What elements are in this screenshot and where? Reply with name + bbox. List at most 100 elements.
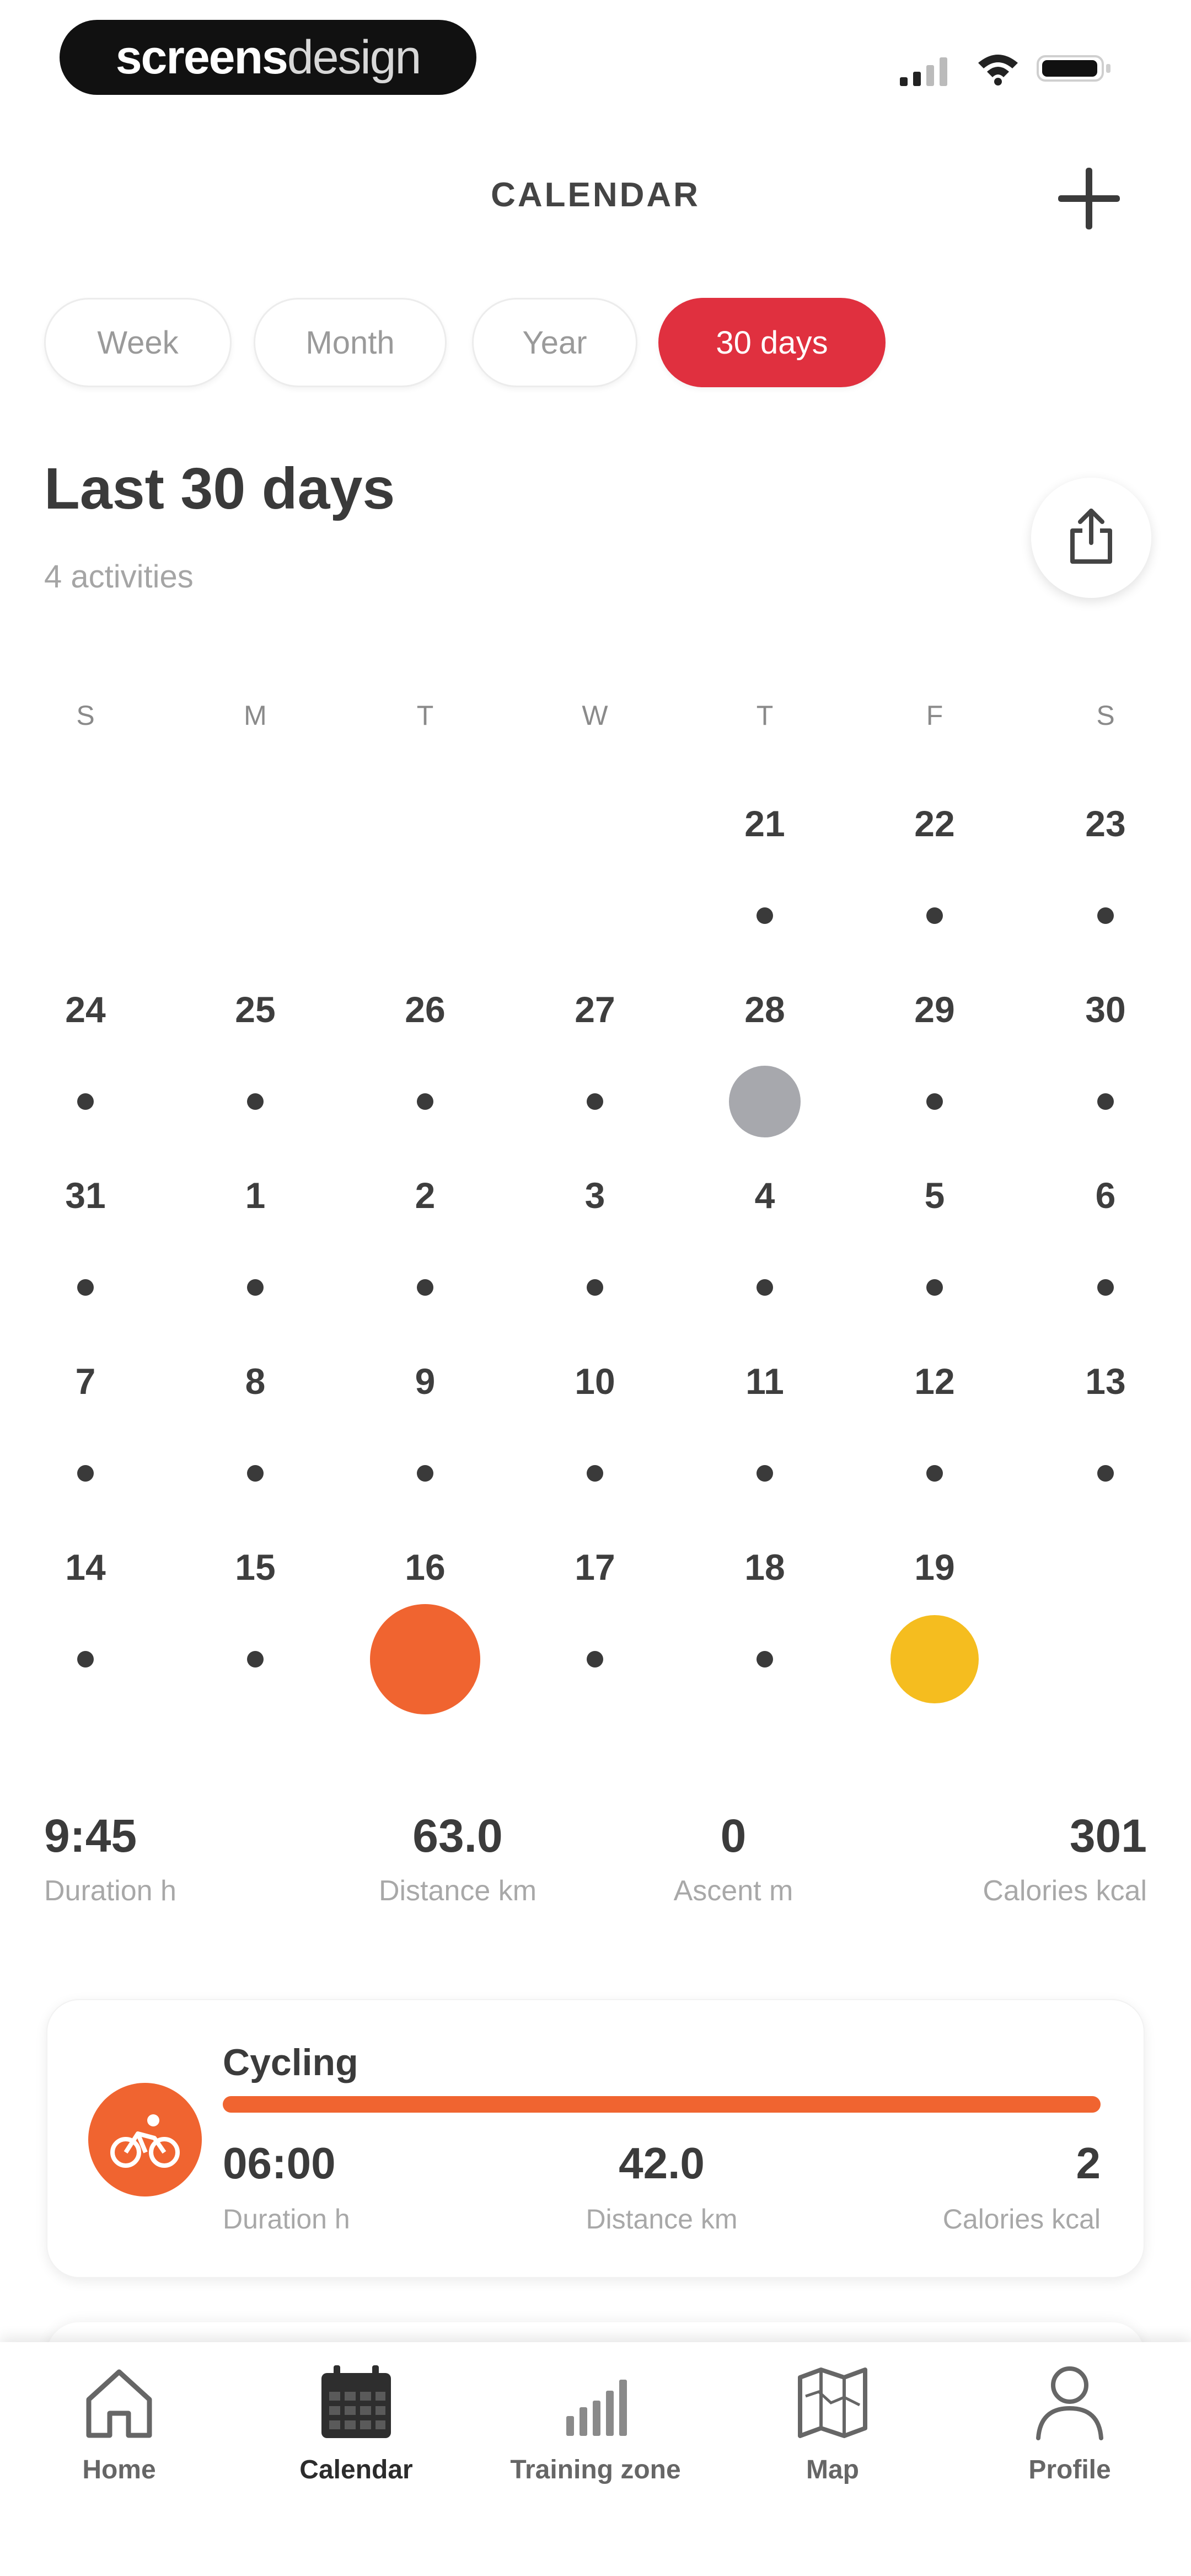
day-dot	[247, 1093, 264, 1110]
day-dot	[417, 1093, 433, 1110]
activity-duration-value: 06:00	[223, 2139, 336, 2188]
calendar-day[interactable]: 21	[721, 803, 809, 968]
day-dot	[77, 1279, 94, 1296]
calendar-day-number: 29	[914, 989, 955, 1030]
nav-home-label: Home	[82, 2455, 156, 2484]
calendar-day[interactable]: 25	[211, 988, 299, 1154]
calendar-day[interactable]: 17	[551, 1546, 639, 1712]
calendar-day[interactable]: 31	[41, 1174, 130, 1340]
stat-distance-label: Distance km	[378, 1875, 537, 1907]
calendar-day-number: 16	[405, 1547, 446, 1588]
calendar-day-number: 27	[575, 989, 615, 1030]
calendar-day[interactable]: 5	[890, 1174, 979, 1340]
nav-training-zone-label: Training zone	[510, 2455, 681, 2484]
calendar-day[interactable]: 28	[721, 988, 809, 1154]
calendar-day[interactable]: 9	[381, 1360, 469, 1526]
calendar-day[interactable]: 22	[890, 803, 979, 968]
calendar-day-number: 18	[744, 1547, 785, 1588]
calendar-day[interactable]: 8	[211, 1360, 299, 1526]
calendar-day-number: 6	[1095, 1175, 1116, 1216]
activity-calories-label: Calories kcal	[942, 2204, 1101, 2235]
calendar-day[interactable]: 27	[551, 988, 639, 1154]
share-button[interactable]	[1031, 478, 1151, 598]
calendar-day-number: 19	[914, 1547, 955, 1588]
nav-map[interactable]: Map	[717, 2355, 948, 2521]
activity-marker	[370, 1604, 480, 1714]
calendar-day[interactable]: 14	[41, 1546, 130, 1712]
tab-30-days[interactable]: 30 days	[658, 298, 886, 387]
weekday-label: W	[582, 700, 608, 731]
calendar-day-number: 28	[744, 989, 785, 1030]
stat-duration-label: Duration h	[44, 1875, 176, 1907]
nav-calendar-label: Calendar	[299, 2455, 413, 2484]
calendar-day[interactable]: 13	[1061, 1360, 1150, 1526]
calendar-day[interactable]: 19	[890, 1546, 979, 1712]
nav-profile[interactable]: Profile	[954, 2355, 1185, 2521]
calendar-day[interactable]: 12	[890, 1360, 979, 1526]
calendar-day[interactable]: 6	[1061, 1174, 1150, 1340]
calendar-day-number: 23	[1085, 803, 1126, 844]
day-dot	[1097, 1465, 1114, 1482]
calendar-day-number: 4	[754, 1175, 775, 1216]
calendar-day[interactable]: 15	[211, 1546, 299, 1712]
stat-calories-value: 301	[1069, 1810, 1147, 1862]
nav-profile-label: Profile	[1028, 2455, 1111, 2484]
map-icon	[798, 2367, 867, 2438]
calendar-day-number: 30	[1085, 989, 1126, 1030]
day-dot	[247, 1279, 264, 1296]
weekday-label: M	[244, 700, 267, 731]
day-dot	[757, 1651, 773, 1668]
activity-name: Cycling	[223, 2041, 358, 2083]
weekday-label: S	[1096, 700, 1115, 731]
nav-training-zone[interactable]: Training zone	[480, 2355, 711, 2521]
profile-icon	[1036, 2366, 1103, 2440]
activity-calories-value: 2	[1076, 2139, 1101, 2188]
calendar-day-number: 15	[235, 1547, 276, 1588]
calendar-day[interactable]: 7	[41, 1360, 130, 1526]
calendar-day-number: 5	[924, 1175, 945, 1216]
nav-calendar[interactable]: Calendar	[240, 2355, 472, 2521]
calendar-day[interactable]: 24	[41, 988, 130, 1154]
battery-icon	[1037, 55, 1110, 82]
calendar-day[interactable]: 1	[211, 1174, 299, 1340]
wifi-icon	[978, 55, 1018, 85]
add-activity-button[interactable]	[1050, 160, 1128, 237]
calendar-day[interactable]: 26	[381, 988, 469, 1154]
calendar-day[interactable]: 16	[370, 1546, 480, 1714]
calendar-day-number: 24	[65, 989, 106, 1030]
stat-calories-label: Calories kcal	[983, 1875, 1147, 1907]
day-dot	[926, 1279, 943, 1296]
day-dot	[587, 1279, 603, 1296]
calendar-day[interactable]: 23	[1061, 803, 1150, 968]
nav-home[interactable]: Home	[3, 2355, 235, 2521]
cellular-signal-icon	[900, 57, 947, 86]
calendar-day[interactable]: 10	[551, 1360, 639, 1526]
tab-month[interactable]: Month	[254, 298, 447, 387]
stat-ascent-value: 0	[720, 1810, 747, 1862]
calendar-icon	[321, 2365, 391, 2438]
day-dot	[757, 907, 773, 924]
tab-year[interactable]: Year	[472, 298, 637, 387]
nav-map-label: Map	[806, 2455, 859, 2484]
calendar-day[interactable]: 18	[721, 1546, 809, 1712]
tab-week[interactable]: Week	[44, 298, 232, 387]
calendar-day[interactable]: 30	[1061, 988, 1150, 1154]
activity-progress-bar	[223, 2096, 1101, 2113]
day-dot	[926, 1093, 943, 1110]
calendar-day[interactable]: 4	[721, 1174, 809, 1340]
calendar-day[interactable]: 2	[381, 1174, 469, 1340]
calendar-day[interactable]: 11	[721, 1360, 809, 1526]
day-dot	[77, 1093, 94, 1110]
brand-badge: screens design	[60, 20, 476, 95]
day-dot	[587, 1093, 603, 1110]
weekday-label: T	[756, 700, 774, 731]
activity-distance-label: Distance km	[586, 2204, 738, 2235]
day-dot	[417, 1465, 433, 1482]
calendar-day[interactable]: 3	[551, 1174, 639, 1340]
day-dot	[757, 1279, 773, 1296]
calendar-day[interactable]: 29	[890, 988, 979, 1154]
day-dot	[247, 1465, 264, 1482]
day-dot	[77, 1651, 94, 1668]
calendar-day-number: 9	[415, 1361, 436, 1402]
day-dot	[587, 1651, 603, 1668]
